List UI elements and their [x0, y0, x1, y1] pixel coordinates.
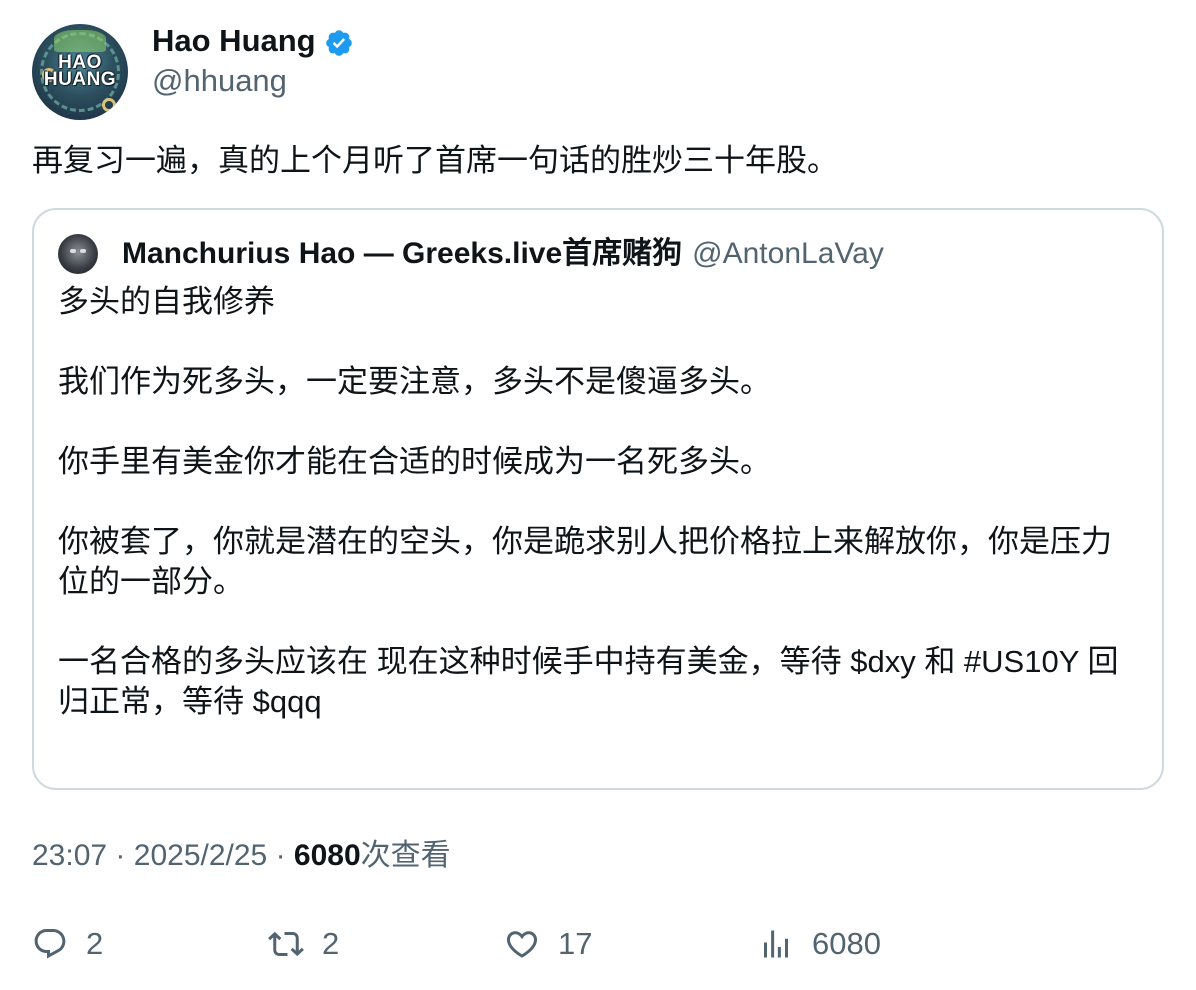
- avatar-eye-decoration: [70, 249, 76, 253]
- views-bar-chart-icon: [764, 930, 788, 958]
- quote-author-handle: @AntonLaVay: [692, 237, 884, 270]
- tweet: HAO HUANG Hao Huang @hhuang 再复习一遍，真的上个月听…: [0, 0, 1196, 990]
- avatar-glow-decoration: [54, 30, 106, 52]
- avatar-logo-line2: HUANG: [43, 69, 117, 90]
- author-handle[interactable]: @hhuang: [152, 62, 287, 100]
- meta-separator: ·: [275, 839, 286, 872]
- reply-icon: [34, 929, 66, 959]
- avatar-logo-text: HAO HUANG: [32, 53, 128, 90]
- quoted-tweet-card[interactable]: Manchurius Hao — Greeks.live首席赌狗 @AntonL…: [32, 208, 1164, 790]
- tweet-date[interactable]: 2025/2/25: [134, 839, 267, 872]
- quote-paragraph: 你手里有美金你才能在合适的时候成为一名死多头。: [58, 444, 771, 479]
- reply-count: 2: [86, 926, 104, 961]
- quote-author-avatar: [58, 234, 98, 274]
- avatar-eye-decoration: [80, 249, 86, 253]
- quote-paragraph: 我们作为死多头，一定要注意，多头不是傻逼多头。: [58, 364, 771, 399]
- views-count: 6080: [293, 839, 361, 872]
- meta-separator: ·: [115, 839, 126, 872]
- views-action-count: 6080: [812, 926, 881, 961]
- reply-button[interactable]: 2: [32, 920, 103, 968]
- quote-paragraph: 多头的自我修养: [58, 284, 275, 319]
- author-name[interactable]: Hao Huang: [152, 22, 316, 60]
- quote-author-name: Manchurius Hao — Greeks.live首席赌狗: [122, 237, 683, 270]
- quote-paragraph: 你被套了，你就是潜在的空头，你是跪求别人把价格拉上来解放你，你是压力位的一部分。: [58, 524, 1112, 599]
- tweet-time[interactable]: 23:07: [32, 839, 107, 872]
- tweet-text: 再复习一遍，真的上个月听了首席一句话的胜炒三十年股。: [32, 143, 838, 178]
- views-button[interactable]: 6080: [758, 920, 881, 968]
- tweet-meta: 23:07 · 2025/2/25 · 6080次查看: [32, 836, 451, 876]
- quote-paragraph: 一名合格的多头应该在 现在这种时候手中持有美金，等待 $dxy 和 #US10Y…: [58, 644, 1119, 719]
- heart-icon: [506, 931, 538, 958]
- verified-badge-icon: [325, 30, 352, 56]
- author-avatar[interactable]: HAO HUANG: [32, 24, 128, 120]
- views-label: 次查看: [360, 839, 451, 872]
- action-bar: 2 2 17 6080: [0, 920, 1196, 968]
- quote-body: 多头的自我修养 我们作为死多头，一定要注意，多头不是傻逼多头。 你手里有美金你才…: [58, 282, 1138, 722]
- like-button[interactable]: 17: [504, 920, 592, 968]
- quote-header: Manchurius Hao — Greeks.live首席赌狗 @AntonL…: [122, 232, 884, 276]
- retweet-button[interactable]: 2: [268, 920, 339, 968]
- retweet-count: 2: [322, 926, 340, 961]
- author-name-row[interactable]: Hao Huang: [152, 22, 354, 60]
- like-count: 17: [558, 926, 593, 961]
- retweet-icon: [268, 931, 304, 957]
- gear-icon: [102, 98, 116, 112]
